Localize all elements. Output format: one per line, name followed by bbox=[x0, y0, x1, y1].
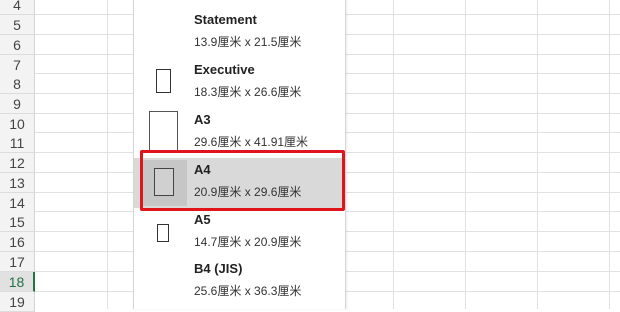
paper-portrait-icon bbox=[157, 224, 169, 242]
paper-size-a5[interactable]: A5 14.7厘米 x 20.9厘米 bbox=[134, 208, 345, 258]
row-header-14[interactable]: 14 bbox=[0, 193, 35, 213]
row-header-12[interactable]: 12 bbox=[0, 153, 35, 173]
row-header-17[interactable]: 17 bbox=[0, 252, 35, 272]
paper-size-name: A5 bbox=[194, 212, 211, 227]
grid-line bbox=[393, 0, 394, 309]
paper-size-name: Executive bbox=[194, 62, 255, 77]
paper-size-dimensions: 18.3厘米 x 26.6厘米 bbox=[194, 85, 302, 99]
paper-portrait-icon bbox=[156, 69, 171, 93]
paper-portrait-icon bbox=[149, 111, 178, 151]
paper-size-name: A3 bbox=[194, 112, 211, 127]
row-header-8[interactable]: 8 bbox=[0, 74, 35, 94]
row-header-6[interactable]: 6 bbox=[0, 35, 35, 55]
paper-size-dimensions: 14.7厘米 x 20.9厘米 bbox=[194, 235, 302, 249]
paper-size-statement[interactable]: Statement 13.9厘米 x 21.5厘米 bbox=[134, 8, 345, 58]
row-header-5[interactable]: 5 bbox=[0, 15, 35, 35]
row-header-7[interactable]: 7 bbox=[0, 55, 35, 75]
paper-size-executive[interactable]: Executive 18.3厘米 x 26.6厘米 bbox=[134, 58, 345, 108]
row-header-10[interactable]: 10 bbox=[0, 114, 35, 134]
paper-size-name: B4 (JIS) bbox=[194, 261, 243, 276]
row-header-9[interactable]: 9 bbox=[0, 94, 35, 114]
paper-size-dimensions: 13.9厘米 x 21.5厘米 bbox=[194, 35, 302, 49]
grid-line bbox=[107, 0, 108, 309]
row-header-11[interactable]: 11 bbox=[0, 133, 35, 153]
grid-line bbox=[465, 0, 466, 309]
row-header-4[interactable]: 4 bbox=[0, 0, 35, 15]
row-header-18-selected[interactable]: 18 bbox=[0, 272, 35, 292]
red-highlight-box bbox=[140, 150, 345, 211]
paper-size-name: Statement bbox=[194, 12, 257, 27]
row-header-13[interactable]: 13 bbox=[0, 173, 35, 193]
grid-line bbox=[537, 0, 538, 309]
paper-size-dimensions: 29.6厘米 x 41.91厘米 bbox=[194, 135, 309, 149]
row-header-16[interactable]: 16 bbox=[0, 232, 35, 252]
paper-size-b4-jis[interactable]: B4 (JIS) 25.6厘米 x 36.3厘米 bbox=[134, 257, 345, 307]
paper-size-dimensions: 25.6厘米 x 36.3厘米 bbox=[194, 284, 302, 298]
row-header-15[interactable]: 15 bbox=[0, 212, 35, 232]
row-header-19[interactable]: 19 bbox=[0, 292, 35, 312]
grid-line bbox=[609, 0, 610, 309]
